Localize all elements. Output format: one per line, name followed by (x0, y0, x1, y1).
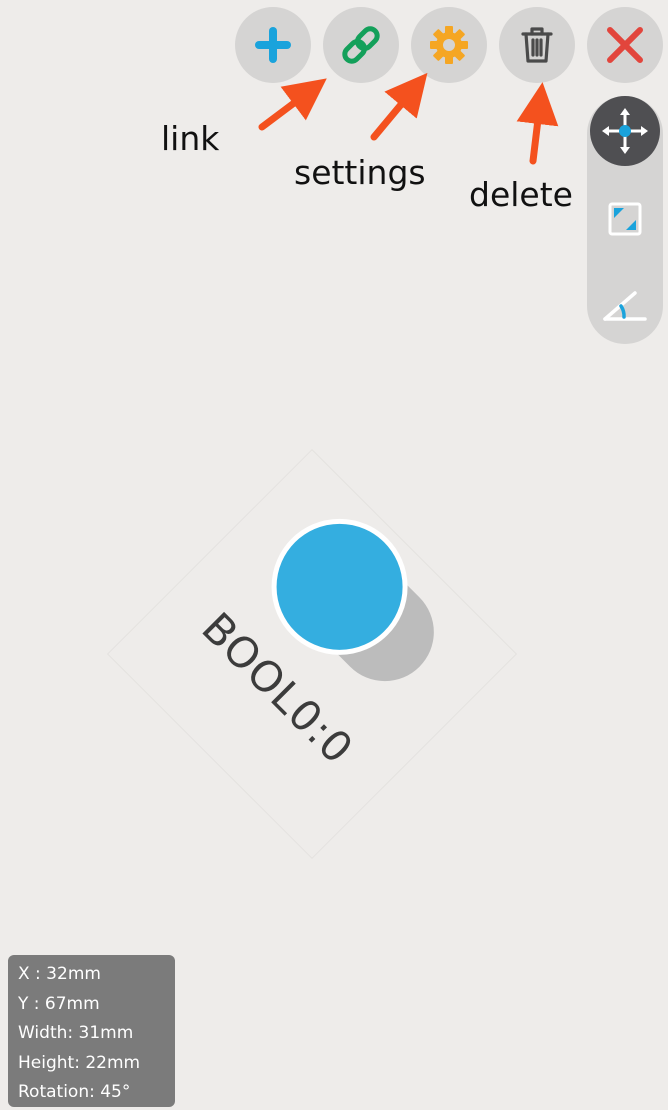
rotate-angle-icon (603, 291, 647, 321)
move-arrows-icon (602, 108, 648, 154)
settings-annotation: settings (294, 153, 426, 192)
move-tool-button[interactable] (590, 96, 660, 166)
bool-toggle-widget[interactable]: BOOL0:0 (106, 448, 518, 860)
info-height: Height: 22mm (18, 1052, 141, 1073)
rotate-tool-button[interactable] (590, 268, 660, 338)
info-y: Y : 67mm (18, 993, 100, 1014)
info-width: Width: 31mm (18, 1023, 134, 1043)
link-annotation: link (161, 119, 220, 158)
delete-annotation: delete (469, 175, 573, 214)
info-rotation: Rotation: 45° (18, 1082, 131, 1102)
info-x: X : 32mm (18, 964, 101, 984)
settings-arrow (370, 72, 428, 141)
info-panel: X : 32mm Y : 67mm Width: 31mm Height: 22… (8, 955, 175, 1107)
transform-tool-panel (587, 96, 663, 344)
resize-icon (608, 202, 642, 236)
delete-arrow (516, 82, 559, 165)
link-arrow (258, 78, 327, 131)
resize-tool-button[interactable] (590, 184, 660, 254)
